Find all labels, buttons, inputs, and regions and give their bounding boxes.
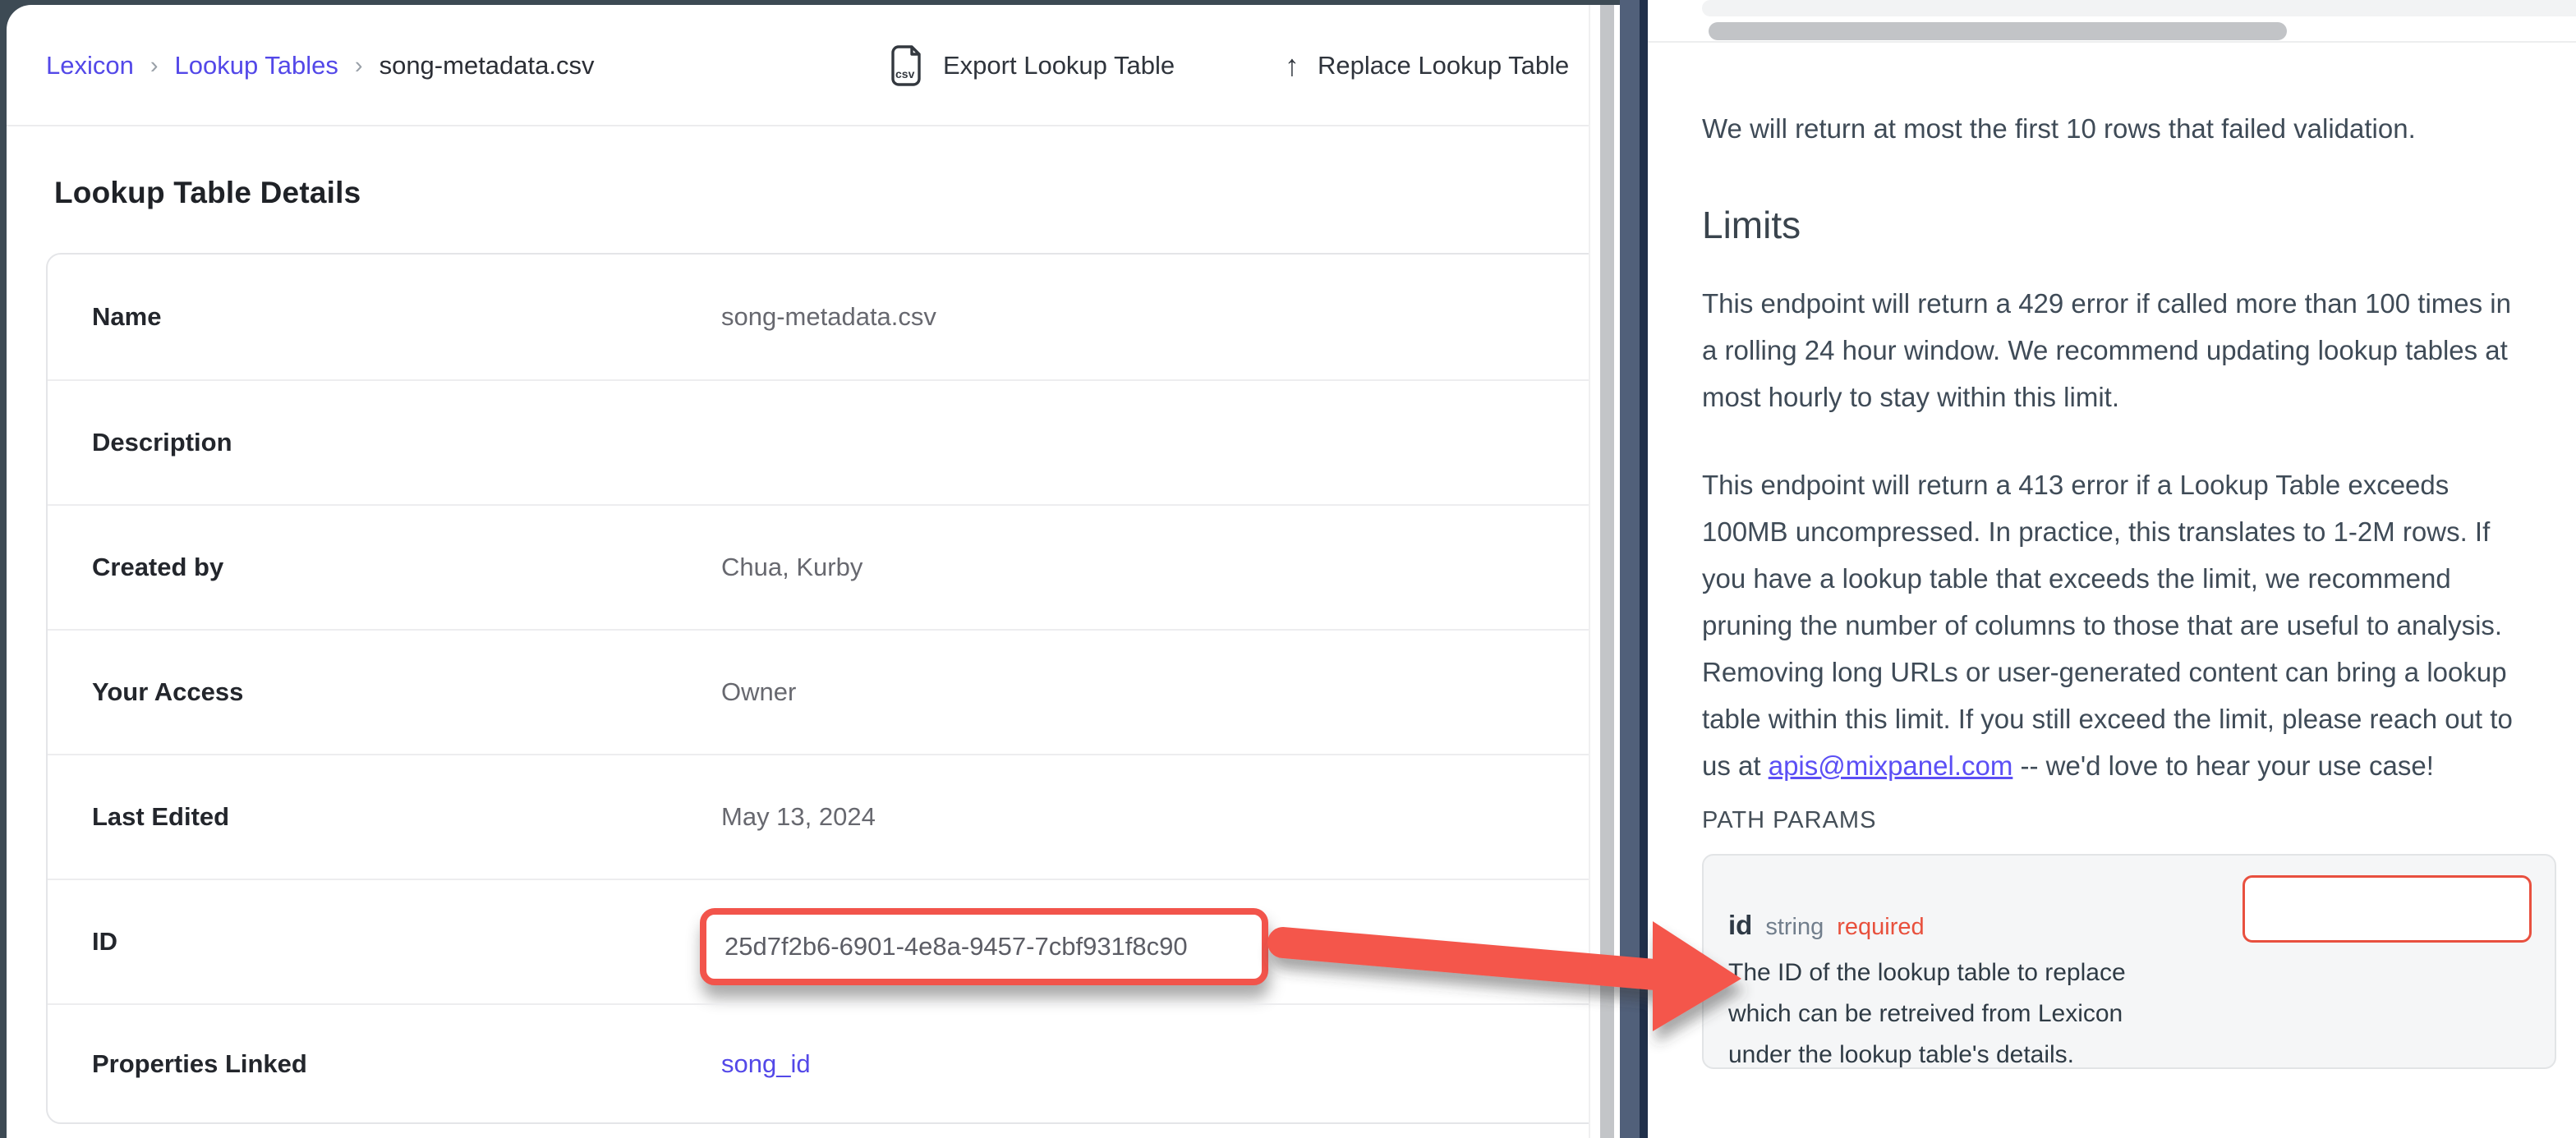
param-type: string [1765, 914, 1824, 941]
left-panel-vertical-scrollbar[interactable] [1600, 5, 1614, 1138]
docs-intro-text: We will return at most the first 10 rows… [1702, 105, 2532, 152]
row-value: Chua, Kurby [721, 553, 862, 582]
apis-mixpanel-email-link[interactable]: apis@mixpanel.com [1769, 750, 2013, 781]
row-label: Last Edited [92, 802, 229, 832]
table-row-properties-linked: Properties Linked song_id [48, 1003, 1620, 1122]
row-label: ID [92, 927, 117, 957]
id-param-input[interactable] [2242, 875, 2532, 943]
limits-paragraph-2-tail: -- we'd love to hear your use case! [2012, 750, 2434, 781]
replace-lookup-table-button[interactable]: ↑ Replace Lookup Table [1285, 5, 1569, 126]
limits-heading: Limits [1702, 203, 2561, 247]
csv-file-icon: csv [887, 44, 925, 88]
row-value: song-metadata.csv [721, 302, 936, 332]
table-row-name: Name song-metadata.csv [48, 255, 1620, 379]
id-value-highlight-annotation: 25d7f2b6-6901-4e8a-9457-7cbf931f8c90 [700, 908, 1268, 985]
row-label: Your Access [92, 677, 243, 707]
row-label: Properties Linked [92, 1049, 307, 1079]
row-label: Description [92, 428, 232, 457]
param-description: The ID of the lookup table to replace wh… [1728, 952, 2176, 1076]
docs-top-strip [1702, 0, 2576, 16]
docs-content: We will return at most the first 10 rows… [1702, 43, 2561, 1069]
docs-scrollbar-area [1648, 0, 2576, 43]
docs-horizontal-scrollbar[interactable] [1709, 22, 2287, 40]
table-row-id: ID 25d7f2b6-6901-4e8a-9457-7cbf931f8c90 [48, 879, 1620, 1003]
lookup-table-details-window: Lexicon › Lookup Tables › song-metadata.… [7, 5, 1620, 1138]
param-required-badge: required [1837, 914, 1924, 941]
breadcrumb-lexicon[interactable]: Lexicon [46, 51, 134, 80]
left-panel-scrollbar-gutter [1589, 5, 1620, 1138]
row-value: Owner [721, 677, 796, 707]
upload-arrow-icon: ↑ [1285, 48, 1300, 83]
left-panel-header: Lexicon › Lookup Tables › song-metadata.… [7, 5, 1620, 126]
param-header: id string required [1728, 910, 1925, 941]
row-label: Name [92, 302, 161, 332]
lookup-table-details-card: Name song-metadata.csv Description Creat… [46, 253, 1620, 1124]
row-label: Created by [92, 553, 223, 582]
export-lookup-table-button[interactable]: csv Export Lookup Table [887, 5, 1175, 126]
page-title: Lookup Table Details [54, 176, 1620, 210]
limits-paragraph-2-text: This endpoint will return a 413 error if… [1702, 470, 2513, 781]
breadcrumb-current-file: song-metadata.csv [380, 51, 595, 80]
table-row-created-by: Created by Chua, Kurby [48, 504, 1620, 629]
chevron-separator-icon: › [150, 53, 159, 80]
lookup-table-id-value: 25d7f2b6-6901-4e8a-9457-7cbf931f8c90 [724, 932, 1188, 961]
table-row-last-edited: Last Edited May 13, 2024 [48, 754, 1620, 879]
limits-paragraph-1: This endpoint will return a 429 error if… [1702, 280, 2523, 420]
linked-property-link[interactable]: song_id [721, 1049, 811, 1079]
window-divider [1620, 0, 1640, 1138]
export-button-label: Export Lookup Table [943, 51, 1175, 80]
window-divider-edge [1640, 0, 1648, 1138]
table-row-description: Description [48, 379, 1620, 504]
breadcrumb: Lexicon › Lookup Tables › song-metadata.… [46, 5, 595, 126]
table-row-your-access: Your Access Owner [48, 629, 1620, 754]
svg-text:csv: csv [895, 67, 915, 80]
limits-paragraph-2: This endpoint will return a 413 error if… [1702, 461, 2523, 789]
breadcrumb-lookup-tables[interactable]: Lookup Tables [175, 51, 338, 80]
api-docs-window: We will return at most the first 10 rows… [1648, 0, 2576, 1138]
replace-button-label: Replace Lookup Table [1318, 51, 1569, 80]
left-panel-body: Lookup Table Details Name song-metadata.… [7, 176, 1620, 1124]
chevron-separator-icon: › [355, 53, 363, 80]
id-param-card: id string required The ID of the lookup … [1702, 854, 2556, 1069]
row-value: May 13, 2024 [721, 802, 876, 832]
path-params-label: PATH PARAMS [1702, 807, 2561, 834]
param-name: id [1728, 910, 1752, 941]
